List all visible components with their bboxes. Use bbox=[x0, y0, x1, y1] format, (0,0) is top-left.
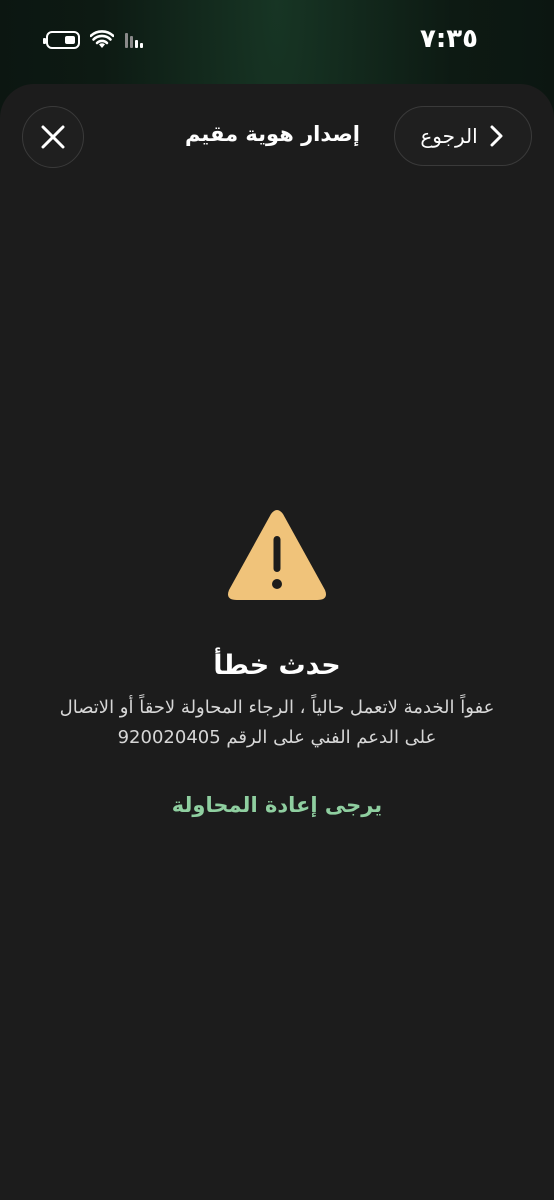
wifi-icon bbox=[90, 30, 114, 48]
signal-icon bbox=[125, 33, 143, 48]
battery-icon bbox=[43, 31, 80, 49]
status-bar: ٧:٣٥ bbox=[0, 0, 554, 82]
app-screen: ٧:٣٥ الرجوع إصدار هوية مقيم حدث خطأ عفوا… bbox=[0, 0, 554, 1200]
error-message: عفواً الخدمة لاتعمل حالياً ، الرجاء المح… bbox=[59, 697, 495, 748]
error-block: حدث خطأ عفواً الخدمة لاتعمل حالياً ، الر… bbox=[0, 508, 554, 817]
error-title: حدث خطأ bbox=[213, 650, 341, 681]
back-button[interactable]: الرجوع bbox=[394, 106, 532, 166]
retry-link[interactable]: يرجى إعادة المحاولة bbox=[172, 793, 382, 817]
warning-triangle-icon bbox=[228, 510, 326, 600]
close-icon bbox=[41, 125, 65, 149]
back-label: الرجوع bbox=[420, 124, 478, 148]
content-sheet: الرجوع إصدار هوية مقيم حدث خطأ عفواً الخ… bbox=[0, 84, 554, 1200]
status-time: ٧:٣٥ bbox=[419, 24, 478, 54]
close-button[interactable] bbox=[22, 106, 84, 168]
status-icons bbox=[43, 30, 144, 50]
page-title: إصدار هوية مقيم bbox=[184, 122, 360, 146]
chevron-right-icon bbox=[488, 125, 506, 147]
